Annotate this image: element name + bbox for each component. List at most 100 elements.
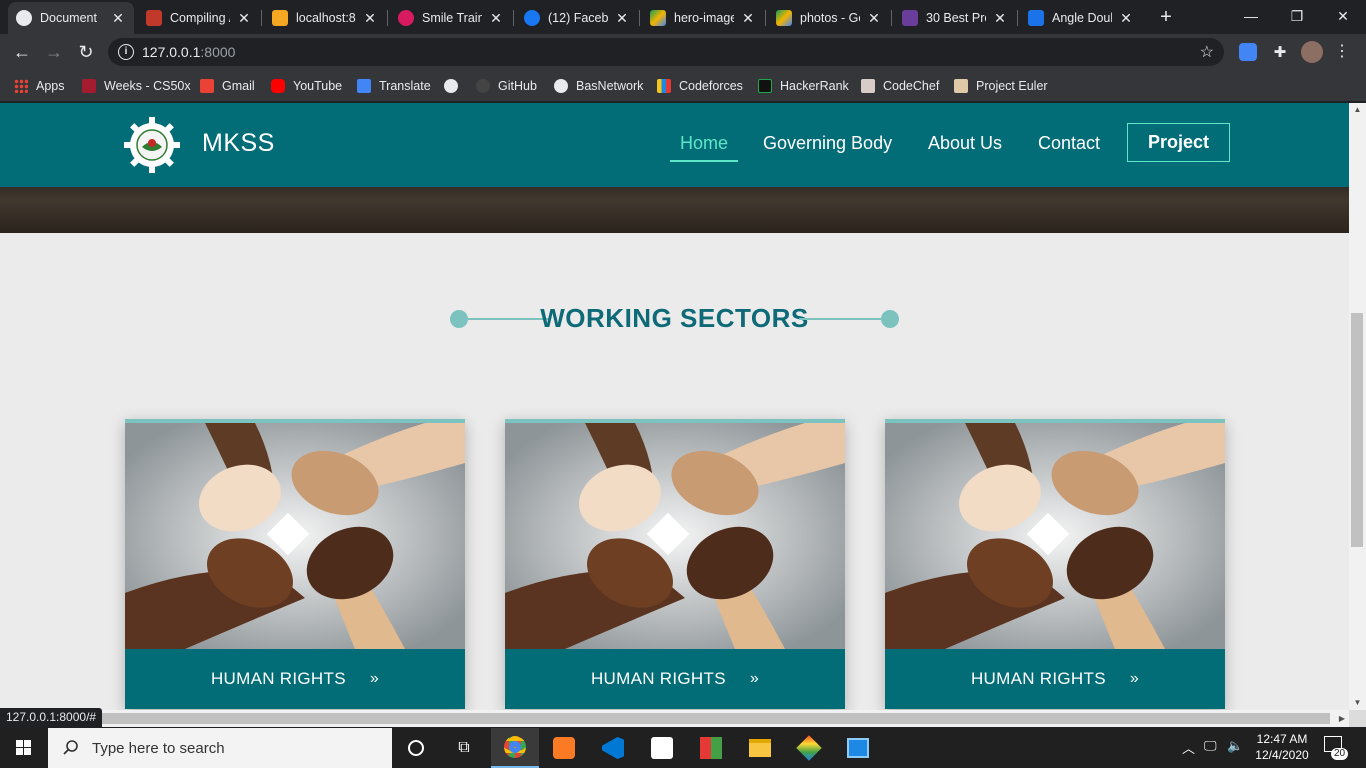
new-tab-button[interactable]: + [1154,6,1178,28]
scroll-up-arrow-icon[interactable]: ▲ [1349,103,1366,117]
taskbar-clock[interactable]: 12:47 AM 12/4/2020 [1248,731,1316,763]
bookmark-apps[interactable]: Apps [14,77,65,95]
smile-train-icon [398,10,414,26]
bookmark-youtube[interactable]: YouTube [271,77,342,95]
nav-about-us[interactable]: About Us [928,133,1002,154]
tab-facebook[interactable]: (12) Facebo ✕ [516,4,638,32]
tab-smile-train[interactable]: Smile Train ✕ [390,4,512,32]
taskbar-snip-tool[interactable] [638,728,686,768]
tab-compiling[interactable]: Compiling / ✕ [138,4,260,32]
reload-button[interactable]: ↻ [74,40,98,64]
tab-localhost[interactable]: localhost:80 ✕ [264,4,386,32]
close-icon[interactable]: ✕ [992,10,1008,27]
bookmark-project-euler[interactable]: Project Euler [954,77,1048,95]
sector-card-caption[interactable]: HUMAN RIGHTS » [505,649,845,709]
address-bar[interactable]: i 127.0.0.1:8000 ☆ [108,38,1224,66]
close-icon[interactable]: ✕ [236,10,252,27]
minimize-button[interactable]: — [1228,4,1274,28]
site-info-icon[interactable]: i [118,44,134,60]
sector-card-caption[interactable]: HUMAN RIGHTS » [125,649,465,709]
sector-card-caption[interactable]: HUMAN RIGHTS » [885,649,1225,709]
sector-card[interactable]: HUMAN RIGHTS » [505,419,845,709]
tab-strip: Document ✕ Compiling / ✕ localhost:80 ✕ … [0,0,1366,34]
taskbar-vscode[interactable] [589,728,637,768]
scroll-right-arrow-icon[interactable]: ▶ [1335,710,1349,727]
nav-governing-body[interactable]: Governing Body [763,133,892,154]
tab-title: Compiling / [170,11,230,25]
nav-home[interactable]: Home [670,133,739,162]
bookmark-gmail[interactable]: Gmail [200,77,255,95]
sector-card[interactable]: HUMAN RIGHTS » [125,419,465,709]
menu-kebab-icon[interactable]: ⋮ [1333,43,1351,61]
laravel-icon [146,10,162,26]
start-button[interactable] [0,728,48,768]
cortana-button[interactable] [392,728,440,768]
cortana-icon [408,740,424,756]
taskbar-xampp[interactable] [540,728,588,768]
tab-title: Smile Train [422,11,482,25]
google-translate-ext-icon[interactable] [1239,43,1257,61]
vertical-scrollbar[interactable]: ▲ ▼ [1349,103,1366,710]
close-icon[interactable]: ✕ [1118,10,1134,27]
sector-card[interactable]: HUMAN RIGHTS » [885,419,1225,709]
xampp-icon [553,737,575,759]
bookmark-cs50[interactable]: Weeks - CS50x [82,77,191,95]
nav-contact[interactable]: Contact [1038,133,1100,154]
close-window-button[interactable]: ✕ [1320,4,1366,28]
close-icon[interactable]: ✕ [110,10,126,27]
facebook-icon [524,10,540,26]
bookmark-basnetwork[interactable]: BasNetwork [554,77,643,95]
chrome-icon [504,736,526,758]
back-button[interactable]: ← [10,40,34,64]
tab-separator [765,10,766,26]
task-view-button[interactable]: ⧉ [440,728,488,768]
restore-button[interactable]: ❐ [1274,4,1320,28]
colorlib-icon [902,10,918,26]
page-viewport: MKSS Home Governing Body About Us Contac… [0,103,1349,710]
close-icon[interactable]: ✕ [866,10,882,27]
taskbar-git[interactable] [785,728,833,768]
sector-card-title: HUMAN RIGHTS [970,669,1106,688]
windows-logo-icon [16,740,31,755]
project-button[interactable]: Project [1127,123,1230,162]
taskbar-office[interactable] [687,728,735,768]
bookmark-hackerrank[interactable]: HackerRank [758,77,849,95]
bookmark-translate[interactable]: Translate [357,77,431,95]
taskbar-chrome[interactable] [491,728,539,768]
volume-icon[interactable]: 🔈 [1227,738,1243,754]
close-icon[interactable]: ✕ [488,10,504,27]
mkss-logo[interactable] [122,115,182,175]
scrollbar-thumb[interactable] [14,713,1330,724]
bookmark-codechef[interactable]: CodeChef [861,77,939,95]
taskbar-file-explorer[interactable] [736,728,784,768]
tab-document[interactable]: Document ✕ [8,2,134,34]
horizontal-scrollbar[interactable]: ◀ ▶ [0,710,1349,727]
bookmark-codeforces[interactable]: Codeforces [657,77,743,95]
close-icon[interactable]: ✕ [614,10,630,27]
action-center-button[interactable]: 20 [1324,736,1349,760]
extensions-puzzle-icon[interactable]: ✚ [1271,43,1289,61]
tray-overflow-chevron-icon[interactable]: ︿ [1182,738,1195,757]
tab-photos[interactable]: photos - Go ✕ [768,4,890,32]
tab-title: (12) Facebo [548,11,608,25]
network-icon[interactable]: 🖵 [1204,738,1217,754]
scrollbar-thumb[interactable] [1351,313,1363,547]
close-icon[interactable]: ✕ [362,10,378,27]
tab-30-best[interactable]: 30 Best Pre ✕ [894,4,1016,32]
codechef-icon [861,79,875,93]
forward-button[interactable]: → [42,40,66,64]
github-icon [476,79,490,93]
tab-hero-image[interactable]: hero-image ✕ [642,4,764,32]
site-brand[interactable]: MKSS [202,129,275,158]
bookmark-globe[interactable] [444,77,466,95]
taskbar-photos[interactable] [834,728,882,768]
close-icon[interactable]: ✕ [740,10,756,27]
taskbar-search-box[interactable]: Type here to search [48,728,392,768]
bookmark-star-icon[interactable]: ☆ [1200,42,1214,62]
tab-angle-double[interactable]: Angle Doub ✕ [1020,4,1142,32]
scroll-down-arrow-icon[interactable]: ▼ [1349,696,1366,710]
bookmark-github[interactable]: GitHub [476,77,537,95]
bookmarks-bar: Apps Weeks - CS50x Gmail YouTube Transla… [0,70,1366,102]
globe-icon [444,79,458,93]
profile-avatar[interactable] [1301,41,1323,63]
